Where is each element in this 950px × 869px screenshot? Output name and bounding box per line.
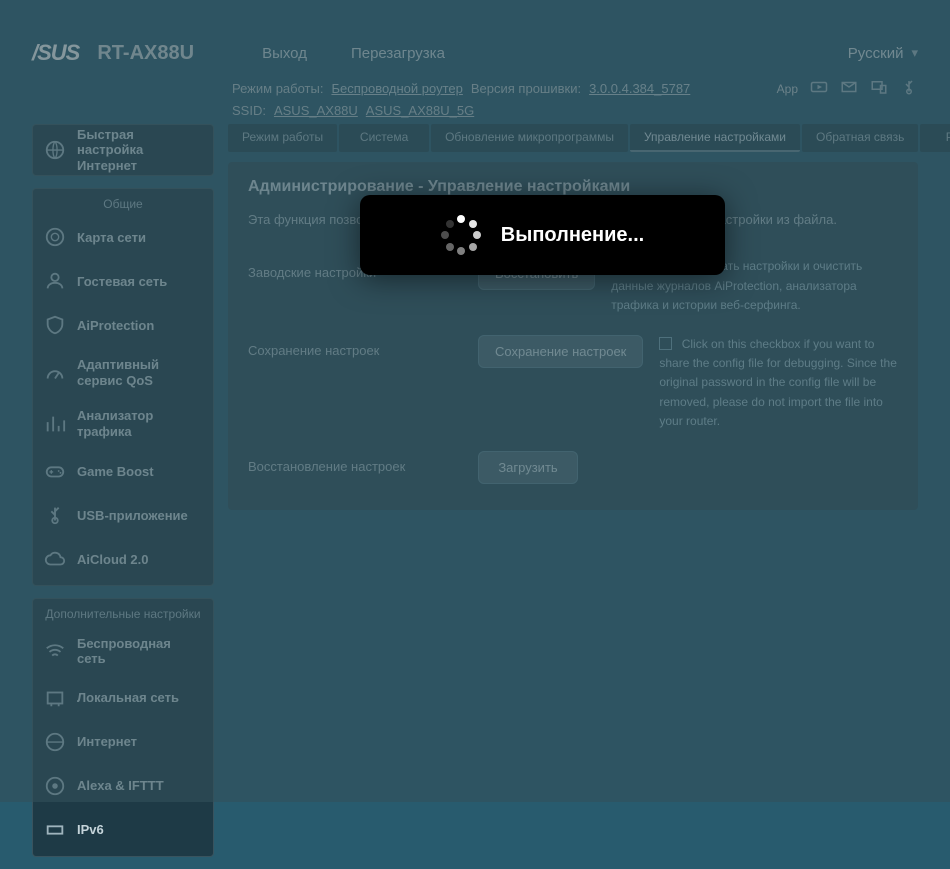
save-settings-button[interactable]: Сохранение настроек <box>478 335 643 368</box>
sidebar-general-title: Общие <box>33 193 213 215</box>
subtab-privacy[interactable]: Privacy <box>920 124 950 152</box>
mode-label: Режим работы: <box>232 81 323 96</box>
chart-icon <box>43 412 67 436</box>
sidebar-item-label: AiProtection <box>77 318 154 333</box>
sidebar-item-label: Локальная сеть <box>77 690 179 705</box>
sidebar-item-alexa-ifttt[interactable]: Alexa & IFTTT <box>33 764 213 808</box>
mail-icon[interactable] <box>840 78 858 99</box>
header-icons: App <box>777 78 918 99</box>
sidebar-item-aiprotection[interactable]: AiProtection <box>33 303 213 347</box>
reboot-button[interactable]: Перезагрузка <box>329 39 467 68</box>
guest-icon <box>43 269 67 293</box>
loading-modal: Выполнение... <box>360 195 725 275</box>
sidebar-quick-setup[interactable]: Быстрая настройка Интернет <box>33 129 213 171</box>
mode-link[interactable]: Беспроводной роутер <box>331 81 462 96</box>
model-name: RT-AX88U <box>97 42 194 65</box>
sidebar-item-lan[interactable]: Локальная сеть <box>33 676 213 720</box>
usb-icon <box>43 503 67 527</box>
shield-icon <box>43 313 67 337</box>
voice-icon <box>43 774 67 798</box>
lan-icon <box>43 686 67 710</box>
sidebar: Быстрая настройка Интернет Общие Карта с… <box>32 124 214 869</box>
map-icon <box>43 225 67 249</box>
upload-button[interactable]: Загрузить <box>478 451 578 484</box>
info-bar-1: Режим работы: Беспроводной роутер Версия… <box>32 74 918 101</box>
subtab-feedback[interactable]: Обратная связь <box>802 124 918 152</box>
app-toggle-icon[interactable] <box>810 78 828 99</box>
sidebar-item-label: USB-приложение <box>77 508 188 523</box>
sidebar-item-usb-app[interactable]: USB-приложение <box>33 493 213 537</box>
sidebar-item-label: Интернет <box>77 734 137 749</box>
ssid-label: SSID: <box>232 103 266 118</box>
row-upload-label: Восстановление настроек <box>248 451 478 474</box>
save-side-text: Click on this checkbox if you want to sh… <box>659 337 897 428</box>
sidebar-item-label: AiCloud 2.0 <box>77 552 149 567</box>
devices-icon[interactable] <box>870 78 888 99</box>
sidebar-item-game-boost[interactable]: Game Boost <box>33 449 213 493</box>
cloud-icon <box>43 547 67 571</box>
ssid-2-link[interactable]: ASUS_AX88U_5G <box>366 103 474 118</box>
sidebar-item-label: Game Boost <box>77 464 154 479</box>
logout-button[interactable]: Выход <box>240 39 329 68</box>
sidebar-item-internet[interactable]: Интернет <box>33 720 213 764</box>
brand-logo: /SUS <box>32 40 79 66</box>
subtab-settings-mgmt[interactable]: Управление настройками <box>630 124 800 152</box>
ssid-1-link[interactable]: ASUS_AX88U <box>274 103 358 118</box>
ipv6-icon <box>43 818 67 842</box>
save-side: Click on this checkbox if you want to sh… <box>659 335 898 431</box>
sidebar-item-label: Гостевая сеть <box>77 274 167 289</box>
fw-label: Версия прошивки: <box>471 81 581 96</box>
app-label: App <box>777 82 798 96</box>
subtab-op-mode[interactable]: Режим работы <box>228 124 337 152</box>
save-checkbox[interactable] <box>659 337 672 350</box>
subtab-firmware[interactable]: Обновление микропрограммы <box>431 124 628 152</box>
subtab-system[interactable]: Система <box>339 124 429 152</box>
language-select[interactable]: Русский <box>848 45 904 62</box>
top-bar: /SUS RT-AX88U Выход Перезагрузка Русский… <box>32 32 918 74</box>
sidebar-advanced: Дополнительные настройки Беспроводная се… <box>32 598 214 856</box>
wifi-icon <box>43 639 67 663</box>
row-upload: Восстановление настроек Загрузить <box>248 441 898 494</box>
sidebar-item-traffic-analyzer[interactable]: Анализатор трафика <box>33 398 213 449</box>
sidebar-item-label: IPv6 <box>77 822 104 837</box>
sidebar-general: Общие Карта сети Гостевая сеть AiProtect… <box>32 188 214 586</box>
panel-title: Администрирование - Управление настройка… <box>248 178 898 196</box>
sidebar-advanced-title: Дополнительные настройки <box>33 603 213 625</box>
fw-link[interactable]: 3.0.0.4.384_5787 <box>589 81 690 96</box>
globe-icon <box>43 138 67 162</box>
sidebar-item-label: Адаптивный сервис QoS <box>77 357 203 388</box>
gauge-icon <box>43 361 67 385</box>
sidebar-item-label: Карта сети <box>77 230 146 245</box>
row-save-label: Сохранение настроек <box>248 335 478 358</box>
spinner-icon <box>441 215 481 255</box>
sidebar-item-adaptive-qos[interactable]: Адаптивный сервис QoS <box>33 347 213 398</box>
sidebar-item-label: Alexa & IFTTT <box>77 778 164 793</box>
sidebar-item-aicloud[interactable]: AiCloud 2.0 <box>33 537 213 581</box>
info-bar-2: SSID: ASUS_AX88U ASUS_AX88U_5G <box>32 101 918 124</box>
loading-text: Выполнение... <box>501 224 644 247</box>
gamepad-icon <box>43 459 67 483</box>
sidebar-item-label: Быстрая настройка Интернет <box>77 127 203 174</box>
usb-icon[interactable] <box>900 78 918 99</box>
globe-icon <box>43 730 67 754</box>
sidebar-item-ipv6[interactable]: IPv6 <box>33 808 213 852</box>
chevron-down-icon: ▾ <box>911 45 918 61</box>
sidebar-item-network-map[interactable]: Карта сети <box>33 215 213 259</box>
sidebar-item-label: Анализатор трафика <box>77 408 203 439</box>
row-save: Сохранение настроек Сохранение настроек … <box>248 325 898 441</box>
sidebar-item-wireless[interactable]: Беспроводная сеть <box>33 626 213 676</box>
top-tabs: Выход Перезагрузка <box>240 39 467 68</box>
sidebar-item-guest-network[interactable]: Гостевая сеть <box>33 259 213 303</box>
sidebar-item-label: Беспроводная сеть <box>77 636 203 666</box>
subtab-bar: Режим работы Система Обновление микропро… <box>228 124 918 152</box>
